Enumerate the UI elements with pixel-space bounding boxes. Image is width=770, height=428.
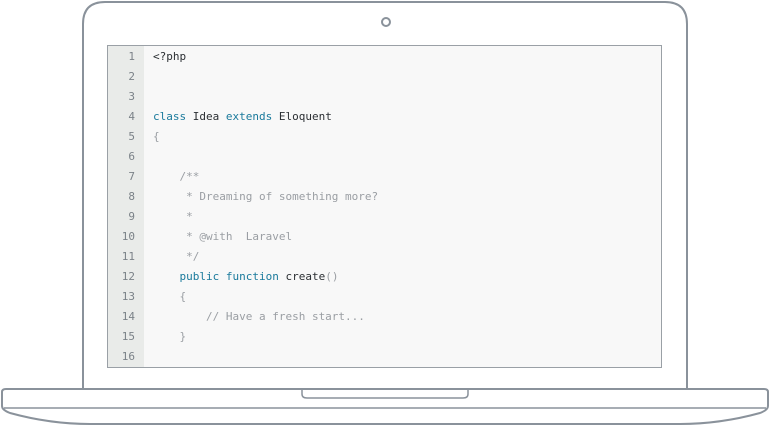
code-token-comment: * Dreaming of something more?: [153, 190, 379, 203]
code-token-comment: // Have a fresh start...: [153, 310, 365, 323]
code-text: {: [153, 287, 186, 307]
code-lines: 1 <?php 2 3 4 class Idea extends Eloquent 5{6 7…: [108, 46, 661, 367]
line-number: 11: [121, 250, 135, 263]
line-number: 4: [128, 110, 135, 123]
code-text: <?php: [153, 47, 186, 67]
code-token-keyword: public: [179, 270, 220, 283]
code-line: 14 // Have a fresh start...: [108, 307, 661, 327]
code-token-comment: /**: [153, 170, 200, 183]
code-text: // Have a fresh start...: [153, 307, 365, 327]
code-token-plain: Eloquent: [272, 110, 332, 123]
code-token-keyword: class: [153, 110, 187, 123]
code-line: 9 *: [108, 207, 661, 227]
line-number: 15: [121, 330, 135, 343]
line-number: 7: [128, 170, 135, 183]
code-line: 13 {: [108, 287, 661, 307]
code-line: 12 public function create(): [108, 267, 661, 287]
code-line: 7 /**: [108, 167, 661, 187]
line-number: 3: [128, 90, 135, 103]
code-token-comment: {: [153, 290, 187, 303]
code-line: 1 <?php: [108, 47, 661, 67]
line-number: 6: [128, 150, 135, 163]
code-token-plain: Idea: [186, 110, 226, 123]
code-text: public function create(): [153, 267, 339, 287]
code-token-keyword: function: [225, 270, 279, 283]
code-text: class Idea extends Eloquent: [153, 107, 332, 127]
code-token-comment: }: [153, 330, 187, 343]
code-line: 10 * @with Laravel: [108, 227, 661, 247]
code-line: 8 * Dreaming of something more?: [108, 187, 661, 207]
line-number: 10: [121, 230, 135, 243]
code-line: 15 }: [108, 327, 661, 347]
code-line: 4 class Idea extends Eloquent: [108, 107, 661, 127]
code-text: * Dreaming of something more?: [153, 187, 378, 207]
code-token-comment: (): [325, 270, 339, 283]
line-number: 8: [128, 190, 135, 203]
webcam-icon: [381, 17, 391, 27]
code-text: * @with Laravel: [153, 227, 292, 247]
code-token-plain: create: [278, 270, 326, 283]
line-number: 12: [121, 270, 135, 283]
code-line: 6: [108, 147, 661, 167]
code-text: {: [153, 127, 160, 147]
code-text: /**: [153, 167, 199, 187]
line-number: 9: [128, 210, 135, 223]
code-text: *: [153, 207, 193, 227]
line-number: 2: [128, 70, 135, 83]
code-line: 11 */: [108, 247, 661, 267]
line-number: 16: [121, 350, 135, 363]
code-line: 2: [108, 67, 661, 87]
code-token-plain: <?php: [153, 50, 187, 63]
code-line: 16: [108, 347, 661, 367]
code-token-comment: */: [153, 250, 200, 263]
code-line: 3: [108, 87, 661, 107]
code-text: */: [153, 247, 199, 267]
line-number: 13: [121, 290, 135, 303]
code-token-comment: * @with Laravel: [153, 230, 293, 243]
laptop-notch: [301, 390, 469, 399]
code-line: 5{: [108, 127, 661, 147]
code-editor: 1 <?php 2 3 4 class Idea extends Eloquent 5{6 7…: [107, 45, 662, 368]
code-token-keyword: extends: [225, 110, 273, 123]
code-text: }: [153, 327, 186, 347]
line-number: 14: [121, 310, 135, 323]
code-token-comment: *: [153, 210, 193, 223]
line-number: 1: [128, 50, 135, 63]
code-token-comment: {: [153, 130, 160, 143]
line-number: 5: [128, 130, 135, 143]
